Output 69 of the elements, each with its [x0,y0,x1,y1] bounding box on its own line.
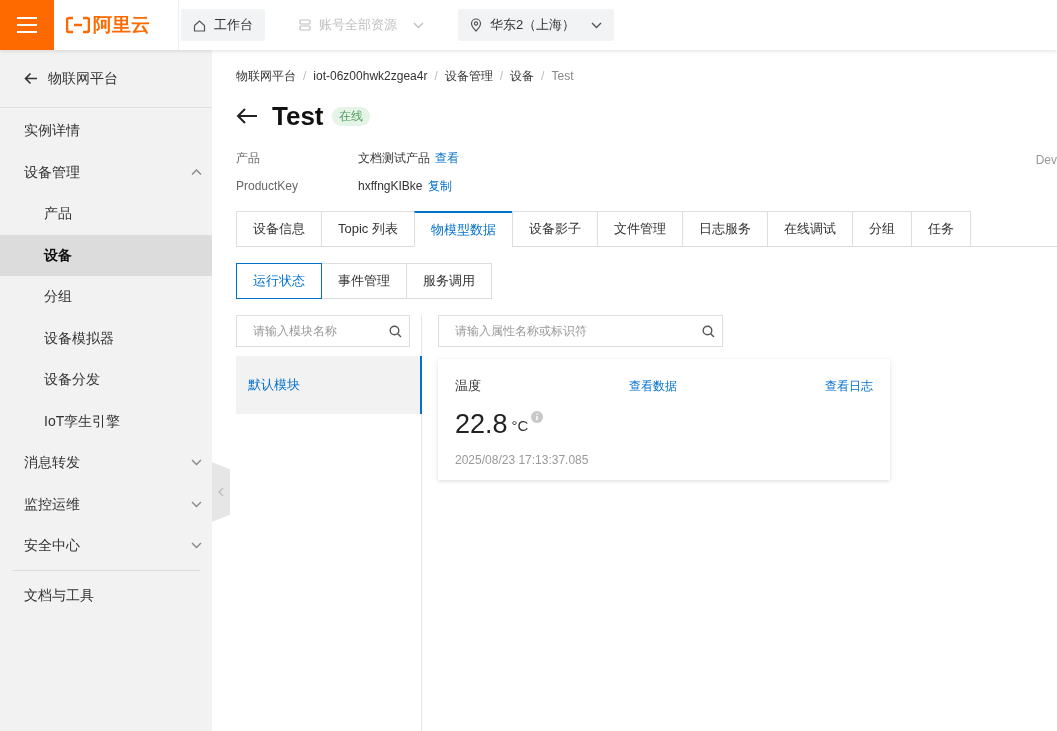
back-link[interactable]: 物联网平台 [48,68,118,89]
sidebar-item[interactable]: 产品 [0,193,212,235]
tab[interactable]: 设备信息 [236,211,322,247]
menu-icon [17,17,37,33]
chevron-left-icon [218,487,224,497]
tab[interactable]: 物模型数据 [413,211,513,247]
collapse-handle[interactable] [212,462,230,522]
breadcrumb-link[interactable]: 设备 [510,67,535,85]
sidebar-item[interactable]: 文档与工具 [12,573,200,618]
view-log-link[interactable]: 查看日志 [825,376,873,395]
sidebar-item[interactable]: 分组 [0,276,212,318]
breadcrumb-link[interactable]: 物联网平台 [236,67,296,85]
module-item[interactable]: 默认模块 [236,356,422,414]
sidebar-item[interactable]: 监控运维 [0,483,212,525]
workbench-button[interactable]: 工作台 [181,9,265,41]
menu-button[interactable] [0,0,54,50]
subtab[interactable]: 服务调用 [406,263,492,299]
chevron-down-icon [191,500,202,508]
sidebar-item[interactable]: 实例详情 [0,110,212,152]
chevron-down-icon [413,21,424,29]
breadcrumb-separator: / [499,68,504,85]
sidebar-item[interactable]: 消息转发 [0,442,212,484]
breadcrumb-separator: / [541,68,545,85]
breadcrumb-link[interactable]: 设备管理 [444,67,493,85]
sidebar-item[interactable]: IoT孪生引擎 [0,400,212,442]
search-icon [389,325,402,338]
action-link[interactable]: 查看 [435,149,459,167]
subtab[interactable]: 事件管理 [321,263,407,299]
brand-logo-icon [66,16,90,34]
search-field[interactable]: 请输入属性名称或标识符 [438,315,723,347]
breadcrumb-current: Test [551,68,574,85]
chevron-down-icon [191,459,202,467]
brand-name: 阿里云 [93,12,150,37]
subtab[interactable]: 运行状态 [236,263,322,299]
tab[interactable]: 任务 [910,211,971,247]
device-title: Test [272,99,324,133]
region-selector[interactable]: 华东2（上海） [458,9,615,41]
field-label: 产品 [236,150,261,167]
search-icon [702,325,715,338]
timestamp: 2025/08/23 17:13:37.085 [455,451,590,469]
view-data-link[interactable]: 查看数据 [629,376,677,395]
unit-label: °C [511,416,529,436]
property-value: 22.8 [455,408,508,439]
action-link[interactable]: 复制 [427,177,452,195]
sidebar-item[interactable]: 设备 [0,234,212,276]
breadcrumb-separator: / [303,68,307,85]
back-arrow-icon [236,107,258,125]
field-label: ProductKey [236,178,300,195]
field-value: 文档测试产品 [358,150,430,167]
sidebar-item[interactable]: 设备分发 [0,359,212,401]
sidebar-item[interactable]: 安全中心 [0,525,212,567]
field-value: hxffngKIBke [358,178,423,195]
tab[interactable]: 设备影子 [511,211,598,247]
home-icon [193,18,206,32]
info-icon [531,410,544,423]
chevron-down-icon [591,21,603,29]
breadcrumb-separator: / [434,68,438,85]
property-name: 温度 [455,377,482,395]
back-arrow-icon [24,72,38,85]
status-badge: 在线 [331,106,370,126]
search-field[interactable]: 请输入模块名称 [236,315,410,347]
field-label: Dev [1035,152,1057,169]
server-icon [299,19,311,31]
chevron-up-icon [191,168,202,176]
sidebar-item[interactable]: 设备管理 [0,151,212,193]
breadcrumb-link[interactable]: iot-06z00hwk2zgea4r [313,67,428,85]
location-pin-icon [470,18,482,32]
sidebar-item[interactable]: 设备模拟器 [0,317,212,359]
chevron-down-icon [191,542,202,550]
